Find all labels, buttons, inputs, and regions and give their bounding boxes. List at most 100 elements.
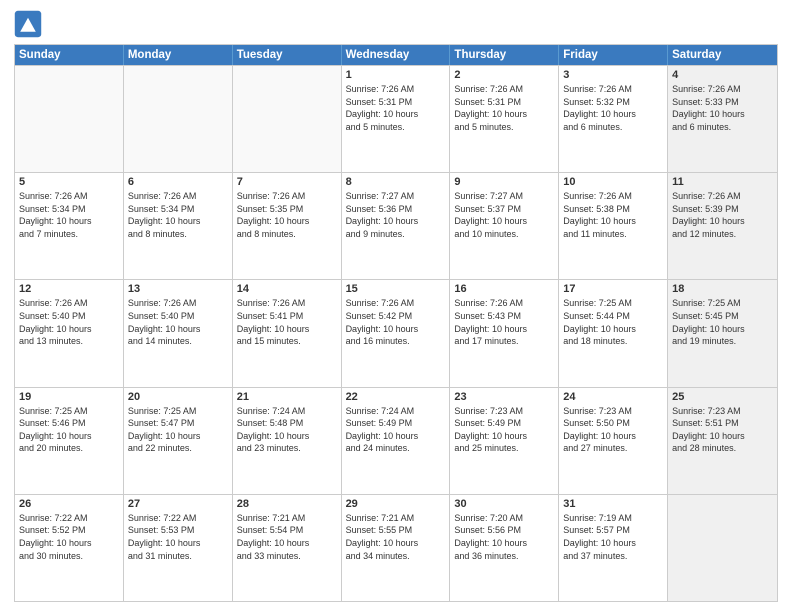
cal-cell-3-7: 18 Sunrise: 7:25 AM Sunset: 5:45 PM Dayli… [668, 280, 777, 386]
day-info: Sunrise: 7:26 AM Sunset: 5:31 PM Dayligh… [346, 83, 446, 133]
day-info: Sunrise: 7:22 AM Sunset: 5:52 PM Dayligh… [19, 512, 119, 562]
cal-cell-5-6: 31 Sunrise: 7:19 AM Sunset: 5:57 PM Dayli… [559, 495, 668, 601]
day-number: 5 [19, 176, 119, 188]
cal-cell-3-6: 17Sunrise: 7:25 AM Sunset: 5:44 PM Dayli… [559, 280, 668, 386]
cal-cell-1-2 [124, 66, 233, 172]
cal-cell-3-2: 13Sunrise: 7:26 AM Sunset: 5:40 PM Dayli… [124, 280, 233, 386]
weekday-header-wednesday: Wednesday [342, 45, 451, 65]
cal-cell-5-1: 26 Sunrise: 7:22 AM Sunset: 5:52 PM Dayli… [15, 495, 124, 601]
day-info: Sunrise: 7:24 AM Sunset: 5:48 PM Dayligh… [237, 405, 337, 455]
cal-cell-1-6: 3 Sunrise: 7:26 AM Sunset: 5:32 PM Daylig… [559, 66, 668, 172]
day-number: 18 [672, 283, 773, 295]
day-number: 29 [346, 498, 446, 510]
day-info: Sunrise: 7:25 AM Sunset: 5:44 PM Dayligh… [563, 297, 663, 347]
day-number: 23 [454, 391, 554, 403]
day-info: Sunrise: 7:27 AM Sunset: 5:36 PM Dayligh… [346, 190, 446, 240]
logo [14, 10, 44, 38]
day-info: Sunrise: 7:23 AM Sunset: 5:51 PM Dayligh… [672, 405, 773, 455]
day-number: 16 [454, 283, 554, 295]
day-number: 13 [128, 283, 228, 295]
day-info: Sunrise: 7:26 AM Sunset: 5:38 PM Dayligh… [563, 190, 663, 240]
calendar: SundayMondayTuesdayWednesdayThursdayFrid… [14, 44, 778, 602]
day-number: 4 [672, 69, 773, 81]
week-row-1: 1 Sunrise: 7:26 AM Sunset: 5:31 PM Daylig… [15, 65, 777, 172]
day-number: 12 [19, 283, 119, 295]
header [14, 10, 778, 38]
cal-cell-4-4: 22 Sunrise: 7:24 AM Sunset: 5:49 PM Dayli… [342, 388, 451, 494]
week-row-4: 19 Sunrise: 7:25 AM Sunset: 5:46 PM Dayli… [15, 387, 777, 494]
week-row-2: 5 Sunrise: 7:26 AM Sunset: 5:34 PM Daylig… [15, 172, 777, 279]
cal-cell-3-4: 15Sunrise: 7:26 AM Sunset: 5:42 PM Dayli… [342, 280, 451, 386]
day-number: 2 [454, 69, 554, 81]
day-number: 15 [346, 283, 446, 295]
cal-cell-2-3: 7Sunrise: 7:26 AM Sunset: 5:35 PM Daylig… [233, 173, 342, 279]
day-info: Sunrise: 7:26 AM Sunset: 5:39 PM Dayligh… [672, 190, 773, 240]
cal-cell-4-1: 19 Sunrise: 7:25 AM Sunset: 5:46 PM Dayli… [15, 388, 124, 494]
day-number: 20 [128, 391, 228, 403]
day-info: Sunrise: 7:26 AM Sunset: 5:33 PM Dayligh… [672, 83, 773, 133]
cal-cell-4-3: 21 Sunrise: 7:24 AM Sunset: 5:48 PM Dayli… [233, 388, 342, 494]
day-info: Sunrise: 7:27 AM Sunset: 5:37 PM Dayligh… [454, 190, 554, 240]
day-number: 31 [563, 498, 663, 510]
weekday-header-friday: Friday [559, 45, 668, 65]
day-info: Sunrise: 7:21 AM Sunset: 5:54 PM Dayligh… [237, 512, 337, 562]
day-number: 14 [237, 283, 337, 295]
weekday-header-tuesday: Tuesday [233, 45, 342, 65]
cal-cell-4-5: 23 Sunrise: 7:23 AM Sunset: 5:49 PM Dayli… [450, 388, 559, 494]
week-row-3: 12Sunrise: 7:26 AM Sunset: 5:40 PM Dayli… [15, 279, 777, 386]
day-number: 26 [19, 498, 119, 510]
day-number: 3 [563, 69, 663, 81]
cal-cell-3-3: 14Sunrise: 7:26 AM Sunset: 5:41 PM Dayli… [233, 280, 342, 386]
day-number: 22 [346, 391, 446, 403]
day-number: 30 [454, 498, 554, 510]
day-number: 6 [128, 176, 228, 188]
day-number: 11 [672, 176, 773, 188]
page: SundayMondayTuesdayWednesdayThursdayFrid… [0, 0, 792, 612]
day-number: 9 [454, 176, 554, 188]
day-info: Sunrise: 7:24 AM Sunset: 5:49 PM Dayligh… [346, 405, 446, 455]
day-info: Sunrise: 7:25 AM Sunset: 5:47 PM Dayligh… [128, 405, 228, 455]
cal-cell-5-5: 30 Sunrise: 7:20 AM Sunset: 5:56 PM Dayli… [450, 495, 559, 601]
cal-cell-2-4: 8 Sunrise: 7:27 AM Sunset: 5:36 PM Daylig… [342, 173, 451, 279]
day-number: 8 [346, 176, 446, 188]
cal-cell-5-3: 28Sunrise: 7:21 AM Sunset: 5:54 PM Dayli… [233, 495, 342, 601]
cal-cell-1-3 [233, 66, 342, 172]
day-info: Sunrise: 7:26 AM Sunset: 5:31 PM Dayligh… [454, 83, 554, 133]
cal-cell-2-7: 11 Sunrise: 7:26 AM Sunset: 5:39 PM Dayli… [668, 173, 777, 279]
day-info: Sunrise: 7:22 AM Sunset: 5:53 PM Dayligh… [128, 512, 228, 562]
day-info: Sunrise: 7:25 AM Sunset: 5:46 PM Dayligh… [19, 405, 119, 455]
cal-cell-3-5: 16 Sunrise: 7:26 AM Sunset: 5:43 PM Dayli… [450, 280, 559, 386]
weekday-header-sunday: Sunday [15, 45, 124, 65]
day-info: Sunrise: 7:26 AM Sunset: 5:34 PM Dayligh… [19, 190, 119, 240]
cal-cell-1-1 [15, 66, 124, 172]
cal-cell-4-7: 25Sunrise: 7:23 AM Sunset: 5:51 PM Dayli… [668, 388, 777, 494]
day-number: 7 [237, 176, 337, 188]
day-number: 21 [237, 391, 337, 403]
week-row-5: 26 Sunrise: 7:22 AM Sunset: 5:52 PM Dayli… [15, 494, 777, 601]
cal-cell-5-7 [668, 495, 777, 601]
cal-cell-4-2: 20 Sunrise: 7:25 AM Sunset: 5:47 PM Dayli… [124, 388, 233, 494]
day-number: 1 [346, 69, 446, 81]
day-number: 24 [563, 391, 663, 403]
day-info: Sunrise: 7:26 AM Sunset: 5:32 PM Dayligh… [563, 83, 663, 133]
weekday-header-thursday: Thursday [450, 45, 559, 65]
day-info: Sunrise: 7:21 AM Sunset: 5:55 PM Dayligh… [346, 512, 446, 562]
day-number: 19 [19, 391, 119, 403]
calendar-body: 1 Sunrise: 7:26 AM Sunset: 5:31 PM Daylig… [15, 65, 777, 601]
cal-cell-4-6: 24Sunrise: 7:23 AM Sunset: 5:50 PM Dayli… [559, 388, 668, 494]
day-info: Sunrise: 7:25 AM Sunset: 5:45 PM Dayligh… [672, 297, 773, 347]
cal-cell-3-1: 12Sunrise: 7:26 AM Sunset: 5:40 PM Dayli… [15, 280, 124, 386]
cal-cell-2-1: 5 Sunrise: 7:26 AM Sunset: 5:34 PM Daylig… [15, 173, 124, 279]
cal-cell-1-4: 1 Sunrise: 7:26 AM Sunset: 5:31 PM Daylig… [342, 66, 451, 172]
day-info: Sunrise: 7:19 AM Sunset: 5:57 PM Dayligh… [563, 512, 663, 562]
day-info: Sunrise: 7:26 AM Sunset: 5:34 PM Dayligh… [128, 190, 228, 240]
cal-cell-5-4: 29 Sunrise: 7:21 AM Sunset: 5:55 PM Dayli… [342, 495, 451, 601]
cal-cell-1-5: 2 Sunrise: 7:26 AM Sunset: 5:31 PM Daylig… [450, 66, 559, 172]
day-info: Sunrise: 7:20 AM Sunset: 5:56 PM Dayligh… [454, 512, 554, 562]
day-info: Sunrise: 7:26 AM Sunset: 5:43 PM Dayligh… [454, 297, 554, 347]
day-info: Sunrise: 7:23 AM Sunset: 5:49 PM Dayligh… [454, 405, 554, 455]
weekday-header-monday: Monday [124, 45, 233, 65]
cal-cell-1-7: 4 Sunrise: 7:26 AM Sunset: 5:33 PM Daylig… [668, 66, 777, 172]
cal-cell-2-2: 6 Sunrise: 7:26 AM Sunset: 5:34 PM Daylig… [124, 173, 233, 279]
calendar-header: SundayMondayTuesdayWednesdayThursdayFrid… [15, 45, 777, 65]
